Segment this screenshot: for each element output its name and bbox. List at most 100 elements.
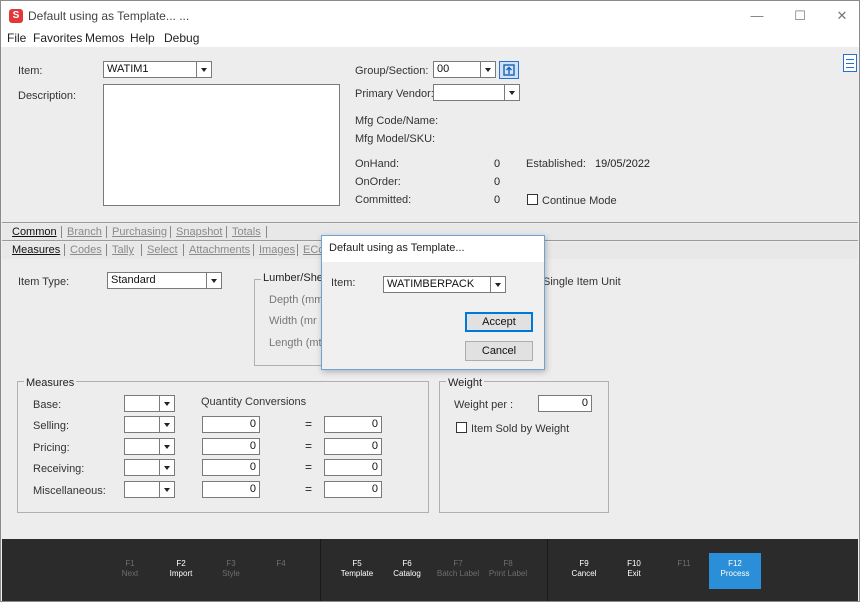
tab-images[interactable]: Images (259, 244, 295, 256)
selling-unit-combo[interactable] (124, 416, 175, 433)
primary-vendor-label: Primary Vendor: (355, 88, 434, 100)
established-value: 19/05/2022 (595, 158, 651, 170)
f3-style-button[interactable]: F3 Style (205, 559, 257, 579)
cancel-button[interactable]: Cancel (465, 341, 533, 361)
maximize-button[interactable]: ☐ (786, 7, 814, 25)
selling-equals: = (305, 417, 313, 431)
selling-qty-input[interactable]: 0 (202, 416, 260, 433)
tab-separator (106, 226, 107, 238)
chevron-down-icon[interactable] (504, 85, 519, 100)
pricing-qty-input[interactable]: 0 (202, 438, 260, 455)
item-type-label: Item Type: (18, 276, 70, 288)
receiving-conv-input[interactable]: 0 (324, 459, 382, 476)
tab-totals[interactable]: Totals (232, 226, 261, 238)
established-label: Established: (526, 158, 586, 170)
chevron-down-icon[interactable] (480, 62, 495, 77)
continue-mode-checkbox[interactable] (527, 194, 538, 205)
miscellaneous-unit-combo[interactable] (124, 481, 175, 498)
menu-favorites[interactable]: Favorites (33, 31, 82, 45)
menu-help[interactable]: Help (130, 31, 155, 45)
dialog-title-bar: Default using as Template... (322, 236, 544, 262)
tab-separator (266, 226, 267, 238)
primary-vendor-combo[interactable] (433, 84, 520, 101)
menu-debug[interactable]: Debug (164, 31, 199, 45)
tab-attachments[interactable]: Attachments (189, 244, 250, 256)
menu-file[interactable]: File (7, 31, 26, 45)
f2-import-button[interactable]: F2 Import (155, 559, 207, 579)
tab-select[interactable]: Select (147, 244, 178, 256)
item-sold-by-weight-checkbox[interactable] (456, 422, 467, 433)
f7-batch-label-button[interactable]: F7 Batch Label (432, 559, 484, 579)
accept-button[interactable]: Accept (465, 312, 533, 332)
f12-process-button[interactable]: F12 Process (709, 553, 761, 589)
tab-separator (183, 244, 184, 256)
f1-next-button[interactable]: F1 Next (104, 559, 156, 579)
onhand-value: 0 (494, 158, 501, 170)
chevron-down-icon[interactable] (159, 396, 174, 411)
committed-label: Committed: (355, 194, 412, 206)
dialog-item-combo[interactable]: WATIMBERPACK (383, 276, 506, 293)
f4-button[interactable]: F4 (255, 559, 307, 569)
tab-separator (61, 226, 62, 238)
selling-label: Selling: (33, 420, 70, 432)
chevron-down-icon[interactable] (159, 439, 174, 454)
continue-mode-label: Continue Mode (542, 195, 617, 207)
base-unit-combo[interactable] (124, 395, 175, 412)
receiving-qty-input[interactable]: 0 (202, 459, 260, 476)
f6-catalog-button[interactable]: F6 Catalog (381, 559, 433, 579)
item-type-combo[interactable]: Standard (107, 272, 222, 289)
weight-per-label: Weight per : (454, 399, 514, 411)
dialog-item-label: Item: (331, 277, 356, 289)
tab-purchasing[interactable]: Purchasing (112, 226, 167, 238)
miscellaneous-conv-input[interactable]: 0 (324, 481, 382, 498)
hamburger-menu-icon[interactable] (843, 54, 857, 72)
tab-separator (226, 226, 227, 238)
chevron-down-icon[interactable] (159, 417, 174, 432)
item-label: Item: (18, 65, 43, 77)
group-section-combo[interactable]: 00 (433, 61, 496, 78)
pricing-unit-combo[interactable] (124, 438, 175, 455)
item-combo[interactable]: WATIM1 (103, 61, 212, 78)
receiving-unit-combo[interactable] (124, 459, 175, 476)
tab-branch[interactable]: Branch (67, 226, 102, 238)
receiving-equals: = (305, 460, 313, 474)
tab-common[interactable]: Common (12, 226, 57, 238)
chevron-down-icon[interactable] (159, 482, 174, 497)
chevron-down-icon[interactable] (490, 277, 505, 292)
weight-per-input[interactable]: 0 (538, 395, 592, 412)
app-logo-icon: S (9, 9, 23, 23)
f11-button[interactable]: F11 (658, 559, 710, 569)
function-key-bar: F1 Next F2 Import F3 Style F4 F5 Template F6… (2, 539, 858, 601)
pricing-conv-input[interactable]: 0 (324, 438, 382, 455)
menu-memos[interactable]: Memos (85, 31, 124, 45)
minimize-button[interactable]: — (743, 7, 771, 25)
footer-divider (320, 539, 321, 601)
mfg-model-label: Mfg Model/SKU: (355, 133, 436, 145)
tab-codes[interactable]: Codes (70, 244, 102, 256)
pricing-equals: = (305, 439, 313, 453)
chevron-down-icon[interactable] (196, 62, 211, 77)
selling-conv-input[interactable]: 0 (324, 416, 382, 433)
app-window: S Default using as Template... ... — ☐ ✕… (0, 0, 860, 602)
description-label: Description: (18, 90, 77, 102)
f10-exit-button[interactable]: F10 Exit (608, 559, 660, 579)
quantity-conversions-label: Quantity Conversions (201, 396, 307, 408)
miscellaneous-qty-input[interactable]: 0 (202, 481, 260, 498)
tab-snapshot[interactable]: Snapshot (176, 226, 222, 238)
close-button[interactable]: ✕ (828, 7, 856, 25)
tab-measures[interactable]: Measures (12, 244, 60, 256)
f8-print-label-button[interactable]: F8 Print Label (482, 559, 534, 579)
f5-template-button[interactable]: F5 Template (331, 559, 383, 579)
item-type-value: Standard (111, 274, 156, 286)
miscellaneous-label: Miscellaneous: (33, 485, 106, 497)
onhand-label: OnHand: (355, 158, 400, 170)
group-lookup-button[interactable] (499, 61, 519, 79)
tab-tally[interactable]: Tally (112, 244, 134, 256)
chevron-down-icon[interactable] (159, 460, 174, 475)
item-sold-by-weight-label: Item Sold by Weight (471, 423, 570, 435)
weight-group-title: Weight (446, 377, 485, 389)
f9-cancel-button[interactable]: F9 Cancel (558, 559, 610, 579)
chevron-down-icon[interactable] (206, 273, 221, 288)
description-textarea[interactable] (103, 84, 340, 206)
miscellaneous-equals: = (305, 482, 313, 496)
